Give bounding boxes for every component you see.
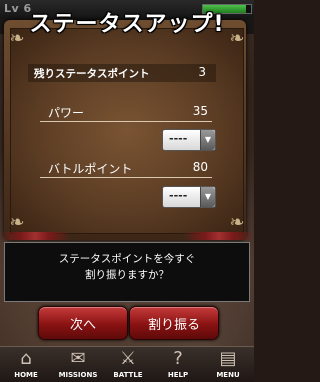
battle-point-value: 80 (192, 160, 208, 174)
remaining-points-label: 残りステータスポイント (34, 68, 150, 80)
ribbon-right (184, 232, 254, 240)
power-label: パワー (48, 106, 85, 120)
nav-battle[interactable]: ⚔ BATTLE (106, 347, 150, 382)
allocate-button-label: 割り振る (147, 318, 200, 333)
message-line-2: 割り振りますか？ (85, 269, 169, 281)
nav-menu[interactable]: ▤ MENU (206, 347, 250, 382)
missions-icon: ✉ (70, 348, 86, 369)
remaining-points-value: 3 (198, 65, 206, 79)
battle-point-select-value: ---- (169, 189, 188, 202)
chevron-down-icon: ▼ (200, 130, 215, 150)
ornament-bottom-left-icon: ❧ (9, 212, 25, 233)
battle-point-label: バトルポイント (48, 162, 133, 176)
nav-help[interactable]: ? HELP (156, 347, 200, 382)
power-divider (40, 121, 212, 122)
next-button-label: 次へ (69, 318, 96, 333)
power-select-value: ---- (169, 132, 188, 145)
nav-help-label: HELP (167, 371, 189, 379)
ornament-bottom-right-icon: ❧ (229, 212, 245, 233)
battle-point-select[interactable]: ---- ▼ (162, 186, 216, 208)
bottom-nav: ⌂ HOME ✉ MISSIONS ⚔ BATTLE ? HELP ▤ MENU (0, 346, 254, 382)
nav-battle-label: BATTLE (113, 371, 143, 379)
nav-missions[interactable]: ✉ MISSIONS (54, 347, 102, 382)
remaining-points-row: 残りステータスポイント 3 (28, 64, 216, 82)
message-line-1: ステータスポイントを今すぐ (58, 253, 196, 265)
nav-missions-label: MISSIONS (58, 371, 98, 379)
ribbon-left (0, 232, 70, 240)
dialog-title: ステータスアップ! (29, 12, 225, 37)
chevron-down-icon: ▼ (200, 187, 215, 207)
battle-point-divider (40, 177, 212, 178)
nav-home[interactable]: ⌂ HOME (4, 347, 48, 382)
help-icon: ? (173, 348, 183, 369)
power-value: 35 (192, 104, 208, 118)
battle-icon: ⚔ (119, 348, 137, 369)
nav-home-label: HOME (14, 371, 38, 379)
power-select[interactable]: ---- ▼ (162, 129, 216, 151)
home-icon: ⌂ (20, 348, 32, 369)
message-box: ステータスポイントを今すぐ 割り振りますか？ (4, 242, 250, 302)
menu-icon: ▤ (219, 348, 237, 369)
next-button[interactable]: 次へ (38, 306, 128, 340)
nav-menu-label: MENU (216, 371, 240, 379)
allocate-button[interactable]: 割り振る (129, 306, 219, 340)
